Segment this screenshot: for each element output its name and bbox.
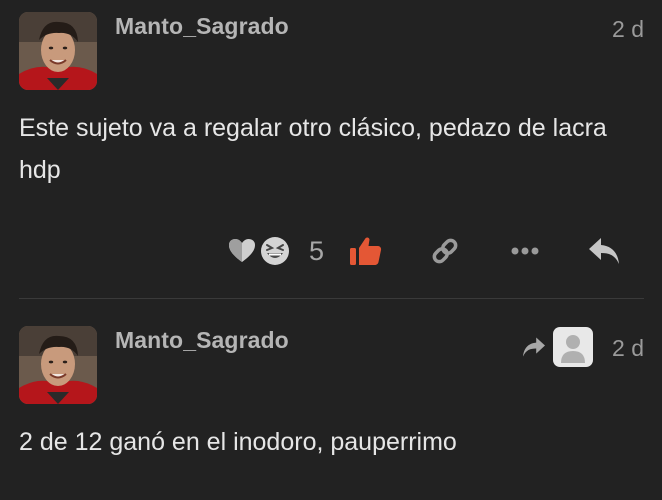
link-icon: [430, 236, 460, 266]
reply-icon: [587, 236, 621, 266]
thumbs-up-icon: [349, 235, 383, 267]
reply-to-indicator[interactable]: [521, 327, 593, 367]
user-avatar[interactable]: [19, 12, 97, 90]
reactions-summary[interactable]: [228, 234, 290, 268]
more-icon: [510, 246, 540, 256]
like-button[interactable]: [348, 234, 384, 268]
default-user-avatar: [553, 327, 593, 367]
reply-button[interactable]: [586, 234, 622, 268]
reaction-count[interactable]: 5: [309, 230, 324, 272]
post-body: 2 de 12 ganó en el inodoro, pauperrimo: [19, 428, 457, 456]
post-actions: 5: [0, 230, 662, 272]
grinning-squint-emoji: [260, 236, 290, 266]
copy-link-button[interactable]: [428, 234, 462, 268]
post-date[interactable]: 2 d: [612, 16, 644, 43]
username[interactable]: Manto_Sagrado: [115, 327, 289, 354]
user-avatar[interactable]: [19, 326, 97, 404]
post-1: Manto_Sagrado 2 d Este sujeto va a regal…: [0, 0, 662, 298]
post-date[interactable]: 2 d: [612, 335, 644, 362]
username[interactable]: Manto_Sagrado: [115, 13, 289, 40]
heart-icon: [228, 238, 256, 264]
reply-arrow-icon: [521, 336, 547, 358]
post-2: Manto_Sagrado 2 d 2 de 12 ganó en el ino…: [0, 299, 662, 500]
post-body: Este sujeto va a regalar otro clásico, p…: [19, 114, 607, 184]
more-options-button[interactable]: [508, 234, 542, 268]
